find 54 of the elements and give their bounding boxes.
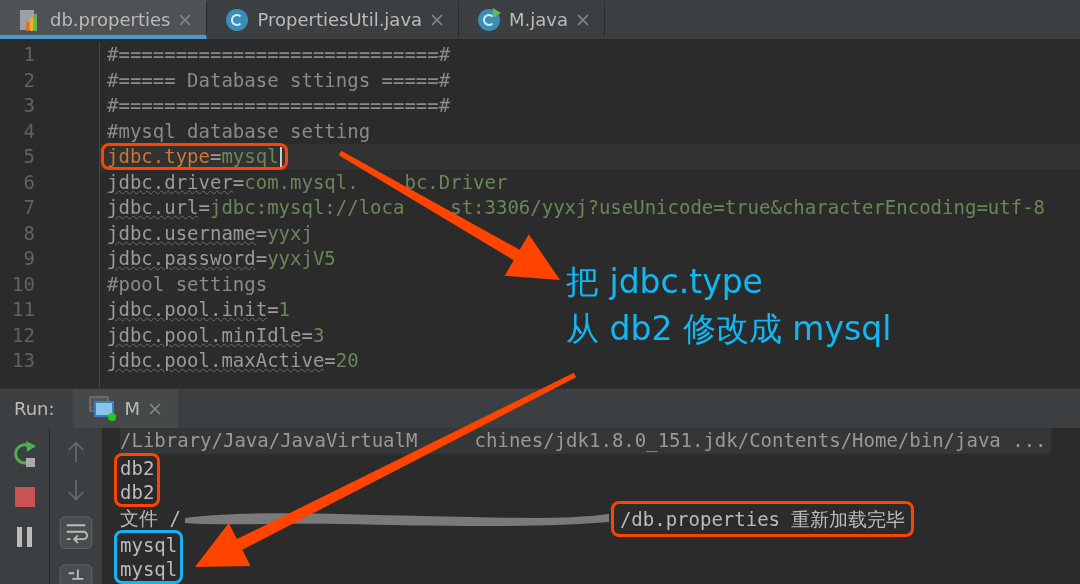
code-line: jdbc.driver=com.mysql. bc.Driver <box>107 171 508 193</box>
rerun-icon[interactable] <box>11 440 38 468</box>
console-line: db2 <box>120 455 155 480</box>
code-line: #============================# <box>107 95 451 117</box>
line-number: 3 <box>22 93 36 118</box>
annotation-text: 从 db2 修改成 mysql <box>566 308 892 350</box>
code-line: jdbc.password=yyxjV5 <box>107 248 336 270</box>
close-icon[interactable] <box>576 12 591 27</box>
editor-tab[interactable]: PropertiesUtil.java <box>207 0 460 39</box>
console-line: 文件 / <box>120 505 181 531</box>
run-tab[interactable]: M <box>72 389 179 428</box>
code-line: jdbc.pool.minIdle=3 <box>107 324 325 346</box>
text-caret <box>279 146 282 167</box>
line-number: 13 <box>11 348 36 373</box>
code-line: #===== Database sttings =====# <box>107 69 451 91</box>
line-number: 12 <box>11 322 36 348</box>
soft-wrap-icon[interactable] <box>58 516 94 550</box>
console-window-icon <box>88 395 117 422</box>
pause-icon[interactable] <box>14 526 35 548</box>
up-arrow-icon[interactable] <box>66 440 86 465</box>
line-number: 2 <box>22 67 36 93</box>
editor-tab[interactable]: db.properties <box>0 0 208 39</box>
code-line: jdbc.url=jdbc:mysql://loca st:3306/yyxj?useUnicode=true&characterEncoding=utf-8 <box>107 197 1045 219</box>
editor-tab[interactable]: M.java <box>459 0 606 39</box>
line-number: 8 <box>22 220 36 246</box>
code-line: jdbc.pool.maxActive=20 <box>107 350 359 372</box>
scroll-to-end-icon[interactable] <box>58 563 94 584</box>
line-number: 5 <box>22 144 36 169</box>
annotation-text: 把 jdbc.type <box>566 261 764 303</box>
line-number: 11 <box>11 297 36 322</box>
line-number: 9 <box>22 246 36 271</box>
code-line: #mysql database setting <box>107 120 371 142</box>
console-line: /db.properties 重新加载完毕 <box>619 507 906 530</box>
down-arrow-icon[interactable] <box>66 478 86 503</box>
runnable-class-icon <box>477 7 502 32</box>
code-line: jdbc.pool.init=1 <box>107 299 291 321</box>
code-line: jdbc.type=mysql <box>107 146 279 168</box>
run-label: Run: <box>13 397 56 421</box>
close-icon[interactable] <box>178 12 193 27</box>
console-line: mysql <box>120 533 178 558</box>
line-number: 6 <box>22 169 36 195</box>
close-icon[interactable] <box>148 401 163 416</box>
code-line: jdbc.username=yyxj <box>107 222 313 244</box>
line-number: 7 <box>22 195 36 220</box>
line-number: 1 <box>22 42 36 67</box>
console-line: db2 <box>120 479 155 504</box>
line-number: 4 <box>22 118 36 144</box>
code-line: #============================# <box>107 44 451 66</box>
line-number: 10 <box>11 271 36 297</box>
console-line: mysql <box>120 557 178 582</box>
class-icon <box>225 7 250 32</box>
stop-icon[interactable] <box>13 486 36 508</box>
code-line: #pool settings <box>107 273 268 295</box>
close-icon[interactable] <box>430 12 445 27</box>
